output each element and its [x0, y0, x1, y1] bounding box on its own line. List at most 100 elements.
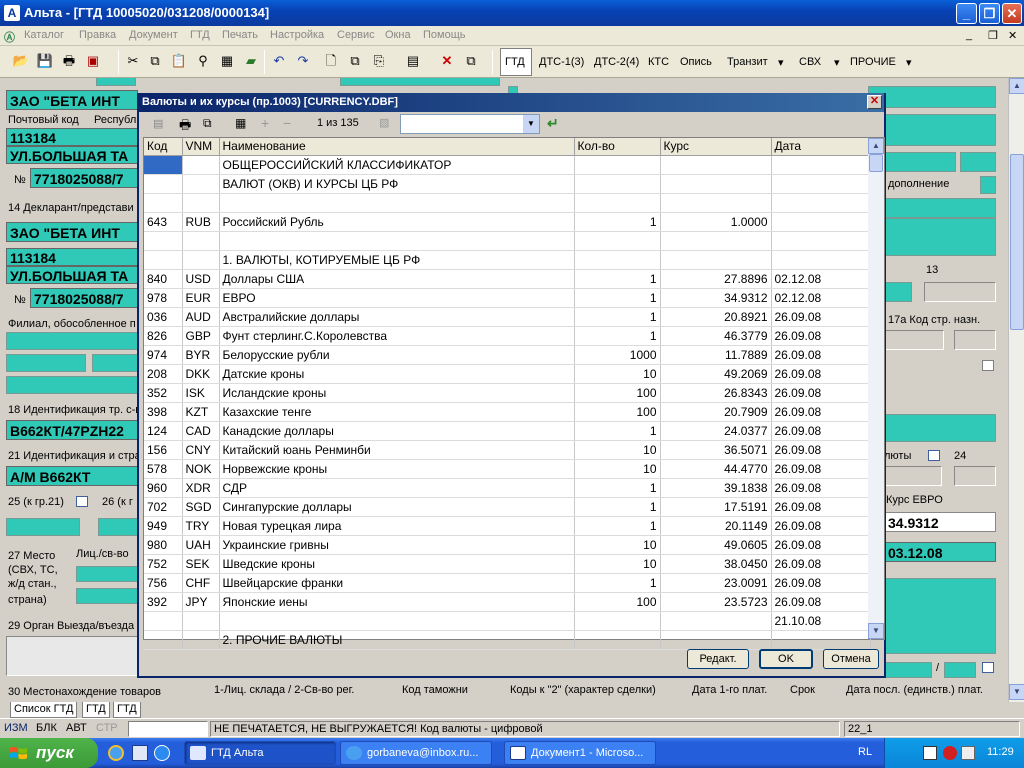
table-scroll-up-icon[interactable]: ▲ — [868, 138, 884, 154]
tab-gtd[interactable]: ГТД — [505, 56, 525, 68]
table-row[interactable]: 840 USD Доллары США 1 27.8896 02.12.08 — [144, 269, 871, 289]
cell-vnm[interactable] — [182, 611, 220, 631]
box17a-field-2[interactable] — [954, 330, 996, 350]
window-title-bar[interactable]: А Альта - [ГТД 10005020/031208/0000134] … — [0, 0, 1024, 26]
cell-vnm[interactable]: SGD — [182, 497, 220, 517]
cell-name[interactable]: Сингапурские доллары — [219, 497, 575, 517]
cell-name[interactable]: ОБЩЕРОССИЙСКИЙ КЛАССИФИКАТОР — [219, 155, 575, 175]
cell-qty[interactable]: 1 — [574, 421, 661, 441]
right-field-6[interactable] — [884, 218, 996, 256]
menu-windows[interactable]: Окна — [385, 29, 411, 41]
cell-vnm[interactable]: USD — [182, 269, 220, 289]
menu-help[interactable]: Помощь — [423, 29, 466, 41]
cell-vnm[interactable]: AUD — [182, 307, 220, 327]
cell-name[interactable]: Казахские тенге — [219, 402, 575, 422]
col-header-qty[interactable]: Кол-во — [574, 138, 661, 156]
menu-gtd[interactable]: ГТД — [190, 29, 210, 41]
cell-qty[interactable] — [574, 231, 661, 251]
cell-date[interactable]: 26.09.08 — [771, 516, 871, 536]
cell-code[interactable]: 980 — [144, 535, 183, 555]
menu-close-icon[interactable]: ✕ — [1008, 29, 1017, 42]
cell-rate[interactable] — [660, 250, 772, 270]
right-field-3[interactable] — [884, 152, 956, 172]
dialog-copy-icon[interactable]: ⧉ — [203, 116, 219, 132]
cell-rate[interactable]: 1.0000 — [660, 212, 772, 232]
right-field-9[interactable] — [884, 578, 996, 654]
copy-icon[interactable]: ⧉ — [146, 52, 164, 70]
cell-date[interactable] — [771, 231, 871, 251]
cell-code[interactable]: 352 — [144, 383, 183, 403]
lic-field-2[interactable] — [76, 588, 138, 604]
col-header-date[interactable]: Дата — [771, 138, 871, 156]
cell-date[interactable]: 26.09.08 — [771, 497, 871, 517]
cell-name[interactable]: Австралийские доллары — [219, 307, 575, 327]
cell-qty[interactable]: 100 — [574, 383, 661, 403]
cell-vnm[interactable] — [182, 630, 220, 650]
print-icon[interactable]: 🖶 — [60, 52, 78, 70]
cell-name[interactable]: Фунт стерлинг.С.Королевства — [219, 326, 575, 346]
dialog-form-icon[interactable]: ▦ — [235, 116, 251, 132]
cell-rate[interactable]: 23.0091 — [660, 573, 772, 593]
network-icon[interactable] — [923, 746, 937, 760]
cell-code[interactable]: 949 — [144, 516, 183, 536]
table-row[interactable]: ВАЛЮТ (ОКВ) И КУРСЫ ЦБ РФ — [144, 174, 871, 194]
table-row[interactable]: 960 XDR СДР 1 39.1838 26.09.08 — [144, 478, 871, 498]
col-header-code[interactable]: Код — [144, 138, 183, 156]
right-checkbox[interactable] — [982, 360, 994, 371]
cancel-button[interactable]: Отмена — [823, 649, 879, 669]
cell-rate[interactable]: 17.5191 — [660, 497, 772, 517]
new-doc-icon[interactable]: 🗋 — [322, 52, 340, 70]
cell-name[interactable] — [219, 193, 575, 213]
cell-qty[interactable]: 10 — [574, 535, 661, 555]
tab-gtd-1[interactable]: ГТД — [82, 702, 110, 718]
cell-qty[interactable]: 1 — [574, 478, 661, 498]
maximize-button[interactable]: ❐ — [979, 3, 1000, 24]
box25-field[interactable] — [6, 518, 80, 536]
table-row[interactable]: 978 EUR ЕВРО 1 34.9312 02.12.08 — [144, 288, 871, 308]
cut-icon[interactable]: ✂ — [124, 52, 142, 70]
cell-qty[interactable]: 100 — [574, 592, 661, 612]
cell-name[interactable] — [219, 611, 575, 631]
other-dropdown-icon[interactable]: ▾ — [906, 56, 912, 69]
table-scrollbar[interactable]: ▲ ▼ — [868, 138, 884, 639]
cell-vnm[interactable]: EUR — [182, 288, 220, 308]
currency-field[interactable] — [884, 466, 942, 486]
cell-name[interactable]: Канадские доллары — [219, 421, 575, 441]
cell-code[interactable] — [144, 174, 183, 194]
right-field-7[interactable] — [884, 282, 912, 302]
cell-name[interactable]: Исландские кроны — [219, 383, 575, 403]
scroll-up-icon[interactable]: ▲ — [1009, 78, 1024, 94]
cell-qty[interactable]: 10 — [574, 440, 661, 460]
table-row[interactable]: 2. ПРОЧИЕ ВАЛЮТЫ — [144, 630, 871, 650]
cell-name[interactable]: Швейцарские франки — [219, 573, 575, 593]
cell-code[interactable]: 124 — [144, 421, 183, 441]
cell-code[interactable]: 208 — [144, 364, 183, 384]
cell-date[interactable]: 26.09.08 — [771, 554, 871, 574]
dialog-print-icon[interactable]: 🖶 — [179, 116, 195, 132]
top-field-1[interactable] — [96, 78, 136, 86]
cell-date[interactable] — [771, 174, 871, 194]
cell-date[interactable]: 21.10.08 — [771, 611, 871, 631]
cell-qty[interactable]: 1 — [574, 326, 661, 346]
tab-opis[interactable]: Опись — [680, 56, 712, 68]
ok-button[interactable]: OK — [759, 649, 813, 669]
cell-code[interactable]: 978 — [144, 288, 183, 308]
tab-dts2[interactable]: ДТС-2(4) — [594, 56, 639, 68]
top-field-2[interactable] — [340, 78, 500, 86]
cell-date[interactable]: 26.09.08 — [771, 364, 871, 384]
cell-code[interactable]: 960 — [144, 478, 183, 498]
table-row[interactable] — [144, 231, 871, 251]
right-field-4[interactable] — [960, 152, 996, 172]
cell-date[interactable]: 02.12.08 — [771, 269, 871, 289]
menu-restore-icon[interactable]: ❐ — [988, 29, 998, 42]
right-field-5[interactable] — [884, 198, 996, 218]
cell-rate[interactable]: 20.8921 — [660, 307, 772, 327]
cell-qty[interactable]: 1 — [574, 269, 661, 289]
cell-name[interactable]: 2. ПРОЧИЕ ВАЛЮТЫ — [219, 630, 575, 650]
cell-rate[interactable] — [660, 174, 772, 194]
cell-vnm[interactable]: CAD — [182, 421, 220, 441]
table-row[interactable]: 826 GBP Фунт стерлинг.С.Королевства 1 46.377… — [144, 326, 871, 346]
cell-name[interactable]: Украинские гривны — [219, 535, 575, 555]
table-row[interactable] — [144, 193, 871, 213]
table-row[interactable]: 980 UAH Украинские гривны 10 49.0605 26.09.08 — [144, 535, 871, 555]
